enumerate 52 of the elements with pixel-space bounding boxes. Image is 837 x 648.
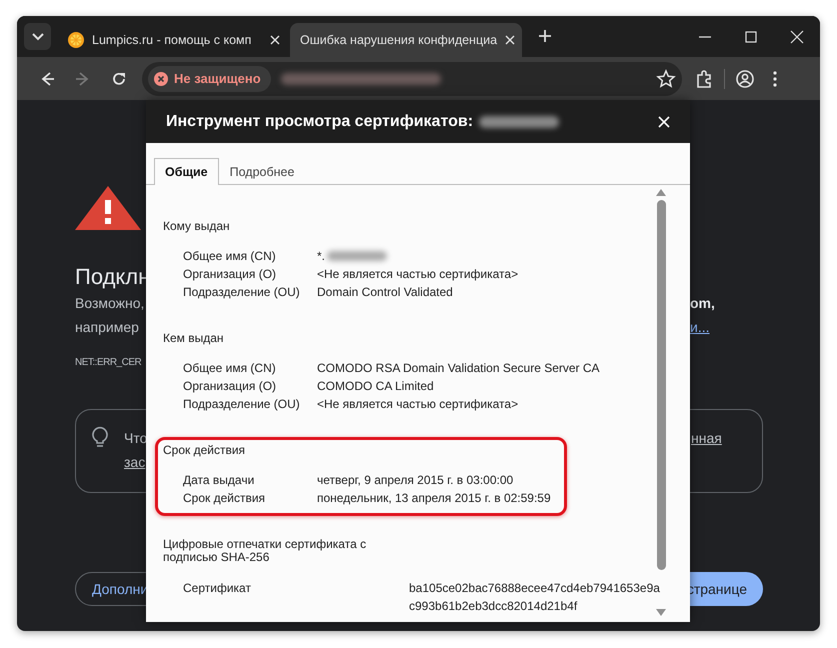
close-icon[interactable] [270,35,280,45]
field-label: Срок действия [183,490,266,507]
section-heading: подписью SHA-256 [163,551,270,564]
security-chip[interactable]: Не защищено [148,66,271,92]
field-value: c993b61b2eb3dcc82014d21b4f [409,598,578,615]
field-label: Подразделение (OU) [183,396,301,413]
field-label: Общее имя (CN) [183,248,277,265]
address-bar[interactable]: Не защищено [142,62,682,96]
error-icon [154,72,168,86]
plus-icon [538,29,552,43]
browser-tab[interactable]: Lumpics.ru - помощь с комп [58,23,290,57]
scroll-up-icon[interactable] [656,189,666,196]
chevron-down-icon [32,32,44,40]
field-value: четверг, 9 апреля 2015 г. в 03:00:00 [317,472,514,489]
field-label: Дата выдачи [183,472,256,489]
field-label: Подразделение (OU) [183,284,301,301]
error-code: NET::ERR_CER [75,356,142,370]
field-value: понедельник, 13 апреля 2015 г. в 02:59:59 [317,490,551,507]
tip-link[interactable]: нная [691,430,722,446]
section-heading: Кем выдан [163,332,225,345]
tip-link[interactable]: зас [124,454,146,470]
page-text: om, [690,295,715,311]
star-icon[interactable] [656,68,676,88]
dialog-tab[interactable]: Подробнее [218,158,306,185]
section-heading: Кому выдан [163,220,231,233]
field-label: Общее имя (CN) [183,360,277,377]
warning-icon [75,186,141,230]
close-icon[interactable] [505,35,516,45]
field-value: Domain Control Validated [317,284,453,301]
dialog-title: Инструмент просмотра сертификатов: [166,112,474,130]
scroll-down-icon[interactable] [656,609,666,616]
field-label: Организация (O) [183,266,278,283]
browser-tab[interactable]: Ошибка нарушения конфиденциа [290,23,522,57]
section-heading: Цифровые отпечатки сертификата с [163,538,368,551]
field-value: COMODO CA Limited [317,378,434,395]
profile-icon[interactable] [735,68,755,88]
field-value: COMODO RSA Domain Validation Secure Server CA [317,360,600,377]
page-text: например [75,318,140,337]
lightbulb-icon [92,426,108,448]
field-value: *. [317,248,326,265]
puzzle-icon[interactable] [694,68,714,88]
tab-search-button[interactable] [24,23,51,50]
field-value: <Не является частью сертификата> [317,266,518,283]
field-value: <Не является частью сертификата> [317,396,518,413]
dialog-tab[interactable]: Общие [154,158,219,185]
field-label: Организация (O) [183,378,278,395]
citrus-icon [68,32,84,48]
close-button[interactable] [658,116,670,128]
page-link[interactable]: и... [690,319,710,335]
section-heading: Срок действия [163,444,246,457]
page-text: Возможно, [75,294,146,313]
tip-text: Что [124,429,147,448]
